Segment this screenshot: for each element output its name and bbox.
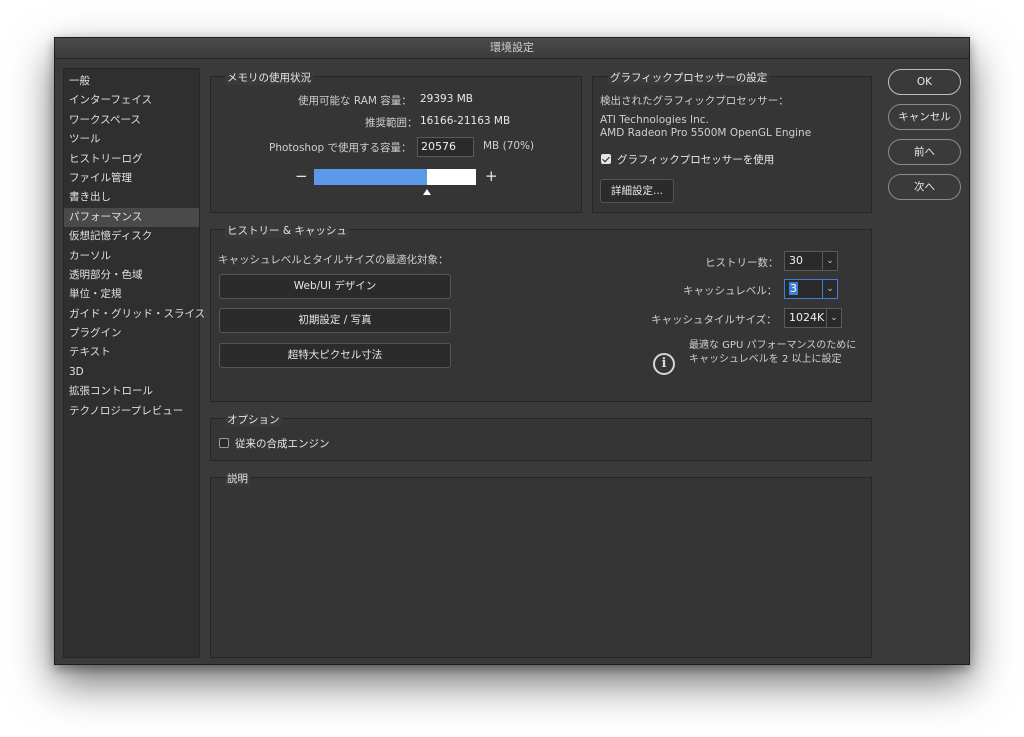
history-cache-title: ヒストリー & キャッシュ <box>225 223 349 238</box>
sidebar-item[interactable]: 書き出し <box>64 188 199 207</box>
previous-button[interactable]: 前へ <box>888 139 961 165</box>
sidebar-item[interactable]: パフォーマンス <box>64 207 199 228</box>
chevron-down-icon: ⌄ <box>826 309 841 327</box>
sidebar-item[interactable]: インターフェイス <box>64 91 199 110</box>
optimize-huge-pixel-button[interactable]: 超特大ピクセル寸法 <box>219 343 451 368</box>
photoshop-memory-input[interactable]: 20576 <box>417 137 474 157</box>
description-title: 説明 <box>225 471 250 486</box>
history-states-label: ヒストリー数： <box>705 257 779 269</box>
sidebar-item[interactable]: 透明部分・色域 <box>64 266 199 285</box>
sidebar-item[interactable]: テクノロジープレビュー <box>64 402 199 421</box>
legacy-compositing-label[interactable]: 従来の合成エンジン <box>235 436 330 451</box>
memory-usage-title: メモリの使用状況 <box>225 70 313 85</box>
cancel-button[interactable]: キャンセル <box>888 104 961 130</box>
info-circle-icon: i <box>653 353 675 375</box>
sidebar-item[interactable]: テキスト <box>64 343 199 362</box>
optimize-web-ui-button[interactable]: Web/UI デザイン <box>219 274 451 299</box>
memory-slider-fill <box>314 169 428 185</box>
sidebar-item[interactable]: ガイド・グリッド・スライス <box>64 305 205 324</box>
chevron-down-icon: ⌄ <box>822 280 837 298</box>
memory-slider-thumb[interactable] <box>423 189 432 195</box>
cache-info-line2: キャッシュレベルを 2 以上に設定 <box>689 354 842 365</box>
sidebar-item[interactable]: 単位・定規 <box>64 285 199 304</box>
history-states-value: 30 <box>789 254 803 267</box>
cache-info-line1: 最適な GPU パフォーマンスのために <box>689 340 857 351</box>
memory-decrease-button[interactable]: − <box>295 167 308 185</box>
cache-tile-size-select[interactable]: 1024K ⌄ <box>784 308 842 328</box>
gpu-detected-label: 検出されたグラフィックプロセッサー： <box>600 95 789 107</box>
preferences-window: 環境設定 一般 インターフェイス ワークスペース ツール ヒストリーログ ファイル管理 書き… <box>54 37 970 665</box>
optimize-default-photos-button[interactable]: 初期設定 / 写真 <box>219 308 451 333</box>
next-button[interactable]: 次へ <box>888 174 961 200</box>
ram-label: 使用可能な RAM 容量： <box>298 95 412 107</box>
sidebar-item[interactable]: ツール <box>64 130 199 149</box>
gpu-vendor: ATI Technologies Inc. <box>600 114 709 126</box>
gpu-model: AMD Radeon Pro 5500M OpenGL Engine <box>600 127 812 139</box>
sidebar-item[interactable]: カーソル <box>64 247 199 266</box>
window-title: 環境設定 <box>55 38 969 59</box>
use-gpu-label[interactable]: グラフィックプロセッサーを使用 <box>617 152 774 167</box>
chevron-down-icon: ⌄ <box>822 252 837 270</box>
photoshop-memory-unit: MB (70%) <box>483 140 535 152</box>
sidebar-item[interactable]: ヒストリーログ <box>64 150 199 169</box>
sidebar-item[interactable]: 仮想記憶ディスク <box>64 227 199 246</box>
cache-tile-size-label: キャッシュタイルサイズ： <box>651 314 777 326</box>
cache-levels-label: キャッシュレベル： <box>683 285 778 297</box>
gpu-advanced-settings-button[interactable]: 詳細設定... <box>600 179 674 203</box>
history-states-select[interactable]: 30 ⌄ <box>784 251 838 271</box>
cache-optimize-label: キャッシュレベルとタイルサイズの最適化対象： <box>218 254 449 266</box>
sidebar-item[interactable]: 拡張コントロール <box>64 382 199 401</box>
ram-value: 29393 MB <box>420 93 474 105</box>
recommended-range-label: 推奨範囲： <box>365 117 418 129</box>
sidebar-item[interactable]: ワークスペース <box>64 111 199 130</box>
cache-levels-value[interactable]: 3 <box>789 282 798 295</box>
recommended-range-value: 16166-21163 MB <box>420 115 511 127</box>
cache-tile-size-value: 1024K <box>789 311 825 324</box>
description-panel <box>210 477 872 658</box>
sidebar-item[interactable]: 一般 <box>64 72 199 91</box>
photoshop-memory-label: Photoshop で使用する容量： <box>269 142 412 154</box>
ok-button[interactable]: OK <box>888 69 961 95</box>
use-gpu-checkbox[interactable] <box>601 154 611 164</box>
options-title: オプション <box>225 412 282 427</box>
sidebar-item[interactable]: ファイル管理 <box>64 169 199 188</box>
sidebar-item[interactable]: プラグイン <box>64 324 199 343</box>
gpu-settings-title: グラフィックプロセッサーの設定 <box>608 70 770 85</box>
memory-slider-track[interactable] <box>314 169 476 185</box>
memory-increase-button[interactable]: + <box>485 167 498 185</box>
sidebar: 一般 インターフェイス ワークスペース ツール ヒストリーログ ファイル管理 書き出し パフォ… <box>63 68 205 658</box>
cache-levels-select[interactable]: 3 ⌄ <box>784 279 838 299</box>
sidebar-item[interactable]: 3D <box>64 363 199 382</box>
legacy-compositing-checkbox[interactable] <box>219 438 229 448</box>
